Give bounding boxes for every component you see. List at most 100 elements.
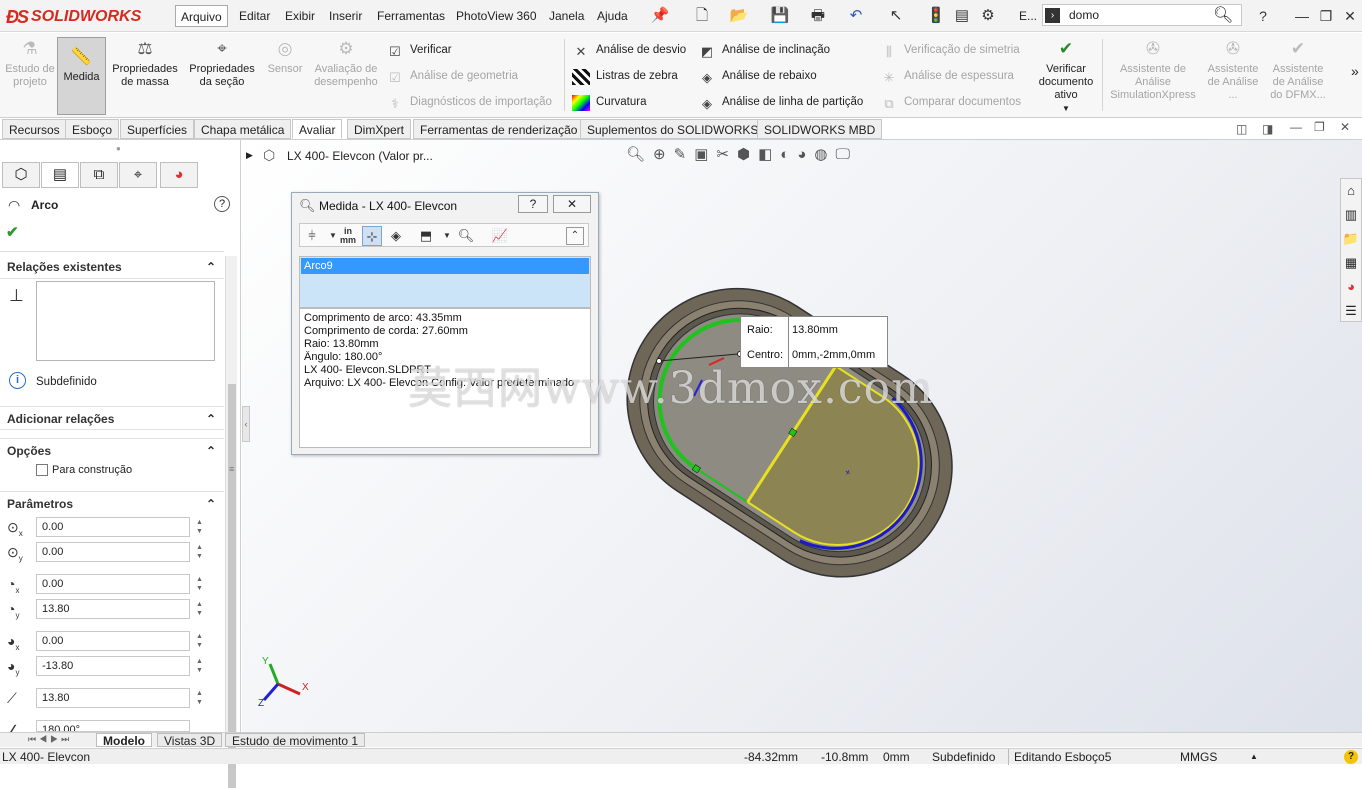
collapse-right-icon[interactable]: ◨ xyxy=(1262,122,1273,136)
tab-avaliar[interactable]: Avaliar xyxy=(292,119,343,139)
view-settings-icon[interactable]: 🖵 xyxy=(835,146,857,163)
tab-suplementos[interactable]: Suplementos do SOLIDWORKS xyxy=(580,119,766,139)
search-box[interactable]: › domo 🔍︎ xyxy=(1042,4,1242,26)
parameters-section-header[interactable]: Parâmetros ⌃ xyxy=(0,491,224,515)
design-library-icon[interactable]: ▥ xyxy=(1341,203,1361,227)
status-units[interactable]: MMGS xyxy=(1180,750,1217,764)
search-icon[interactable]: 🔍︎ xyxy=(1213,5,1233,25)
view-orientation-icon[interactable]: ⬢ xyxy=(737,146,758,163)
file-explorer-icon[interactable]: 📁 xyxy=(1341,227,1361,251)
angle-field[interactable]: 180.00° xyxy=(36,720,190,732)
draft-analysis-button[interactable]: ◩ Análise de inclinação xyxy=(698,41,830,59)
spin-arrows-icon[interactable]: ▲ ▼ xyxy=(196,575,206,593)
selected-entity[interactable]: Arco9 xyxy=(301,258,589,274)
tab-scroll-arrows-icon[interactable]: ⏮◀▶⏭ xyxy=(28,734,72,745)
mass-properties-button[interactable]: ⚖ Propriedades de massa xyxy=(110,38,180,89)
create-sensor-icon[interactable]: 📈 xyxy=(490,226,510,246)
sensor-button[interactable]: ◎ Sensor xyxy=(264,38,306,76)
show-xyz-icon[interactable]: ⊹ xyxy=(362,226,382,246)
projection-icon[interactable]: ⬒ xyxy=(416,226,436,246)
import-diagnostics-button[interactable]: ⚕ Diagnósticos de importação xyxy=(386,93,551,111)
pm-scrollbar-thumb[interactable] xyxy=(228,384,236,788)
configurationmanager-tab[interactable]: ⧉ xyxy=(80,162,118,188)
radius-field[interactable]: 13.80 xyxy=(36,688,190,708)
symmetry-check-button[interactable]: ⫼ Verificação de simetria xyxy=(880,41,1020,59)
floxpress-button[interactable]: ✇ Assistente de Análise ... xyxy=(1203,38,1263,102)
tab-superficies[interactable]: Superfícies xyxy=(120,119,195,139)
tab-dimxpert[interactable]: DimXpert xyxy=(347,119,412,139)
save-icon[interactable]: 💾 xyxy=(770,6,790,26)
zoom-area-icon[interactable]: ⊕ xyxy=(653,146,674,163)
menu-arquivo[interactable]: Arquivo xyxy=(175,5,228,27)
dialog-help-button[interactable]: ? xyxy=(518,195,548,213)
tree-expand-icon[interactable]: ▶ xyxy=(246,150,253,161)
help-status-icon[interactable]: ? xyxy=(1344,750,1358,764)
home-icon[interactable]: ⌂ xyxy=(1341,179,1361,203)
options-gear-icon[interactable]: ⚙ xyxy=(978,6,998,26)
solidworks-logo[interactable]: ƉS SOLIDWORKS xyxy=(6,4,152,30)
spin-arrows-icon[interactable]: ▲ ▼ xyxy=(196,657,206,675)
dialog-close-button[interactable]: ✕ xyxy=(553,195,591,213)
collapse-left-icon[interactable]: ◫ xyxy=(1236,122,1247,136)
section-view-icon[interactable]: ▣ xyxy=(694,146,716,163)
section-properties-button[interactable]: ⌖ Propriedades da seção xyxy=(186,38,258,89)
restore-button[interactable]: ❐ xyxy=(1316,6,1336,26)
ribbon-more-button[interactable]: » xyxy=(1351,63,1359,79)
dfmxpress-button[interactable]: ✔ Assistente de Análise do DFMX... xyxy=(1266,38,1330,102)
tab-vistas-3d[interactable]: Vistas 3D xyxy=(157,733,223,748)
panel-collapse-handle[interactable]: ‹ xyxy=(242,406,250,442)
doc-restore-button[interactable]: ❐ xyxy=(1314,120,1325,134)
geometry-analysis-button[interactable]: ☑ Análise de geometria xyxy=(386,67,518,85)
new-document-icon[interactable]: 🗋 xyxy=(692,6,712,26)
relations-section-header[interactable]: Relações existentes ⌃ xyxy=(0,255,224,279)
center-x-field[interactable]: 0.00 xyxy=(36,517,190,537)
part-tree-label[interactable]: LX 400- Elevcon (Valor pr... xyxy=(287,149,433,163)
tab-esboco[interactable]: Esboço xyxy=(65,119,120,139)
start-x-field[interactable]: 0.00 xyxy=(36,574,190,594)
menu-photoview[interactable]: PhotoView 360 xyxy=(451,5,542,27)
doc-minimize-button[interactable]: — xyxy=(1290,120,1302,134)
spin-arrows-icon[interactable]: ▲ ▼ xyxy=(196,518,206,536)
search-input[interactable]: domo xyxy=(1069,8,1099,22)
ok-checkmark-icon[interactable]: ✔ xyxy=(6,223,19,241)
performance-evaluation-button[interactable]: ⚙ Avaliação de desempenho xyxy=(311,38,381,89)
point-to-point-icon[interactable]: ◈ xyxy=(386,226,406,246)
propertymanager-tab[interactable]: ▤ xyxy=(41,162,79,188)
measurement-history-icon[interactable]: 🔍︎ xyxy=(456,226,476,246)
thickness-analysis-button[interactable]: ✳ Análise de espessura xyxy=(880,67,1014,85)
file-properties-icon[interactable]: ▤ xyxy=(952,6,972,26)
menu-inserir[interactable]: Inserir xyxy=(324,5,367,27)
tab-chapa-metalica[interactable]: Chapa metálica xyxy=(194,119,292,139)
menu-ajuda[interactable]: Ajuda xyxy=(592,5,633,27)
tab-solidworks-mbd[interactable]: SOLIDWORKS MBD xyxy=(757,119,883,139)
start-y-field[interactable]: 13.80 xyxy=(36,599,190,619)
tab-estudo-movimento[interactable]: Estudo de movimento 1 xyxy=(225,733,366,748)
end-x-field[interactable]: 0.00 xyxy=(36,631,190,651)
zebra-stripes-button[interactable]: zListras de zebra xyxy=(572,67,678,85)
check-button[interactable]: ☑ Verificar xyxy=(386,41,451,59)
view-palette-icon[interactable]: ▦ xyxy=(1341,251,1361,275)
select-icon[interactable]: ↖ xyxy=(886,6,906,26)
print-icon[interactable]: 🖶 xyxy=(808,6,828,26)
tab-modelo[interactable]: Modelo xyxy=(96,733,152,748)
simulationxpress-button[interactable]: ✇ Assistente de Análise SimulationXpress xyxy=(1106,38,1200,102)
panel-grip[interactable]: ● xyxy=(116,144,121,153)
tab-ferramentas-renderizacao[interactable]: Ferramentas de renderização xyxy=(413,119,585,139)
options-section-header[interactable]: Opções ⌃ xyxy=(0,438,224,462)
edit-appearance-icon[interactable]: ◕ xyxy=(797,146,814,163)
appearances-icon[interactable]: ◕ xyxy=(1341,275,1361,299)
units-dropdown-icon[interactable]: ▲ xyxy=(1250,750,1258,764)
spin-arrows-icon[interactable]: ▲ ▼ xyxy=(196,632,206,650)
add-relations-section-header[interactable]: Adicionar relações ⌃ xyxy=(0,406,224,430)
custom-properties-icon[interactable]: ☰ xyxy=(1341,299,1361,323)
selection-list[interactable]: Arco9 xyxy=(299,256,591,308)
display-style-icon[interactable]: ◧ xyxy=(758,146,780,163)
help-button[interactable]: ? xyxy=(1253,6,1273,26)
menu-exibir[interactable]: Exibir xyxy=(280,5,320,27)
compare-documents-button[interactable]: ⧉ Comparar documentos xyxy=(880,93,1021,111)
collapse-icon[interactable]: ⌃ xyxy=(566,227,584,245)
construction-checkbox[interactable] xyxy=(36,464,48,476)
deviation-analysis-button[interactable]: ✕ Análise de desvio xyxy=(572,41,687,59)
menu-ferramentas[interactable]: Ferramentas xyxy=(372,5,450,27)
arc-circle-measure-icon[interactable]: ⫩ xyxy=(302,226,322,246)
